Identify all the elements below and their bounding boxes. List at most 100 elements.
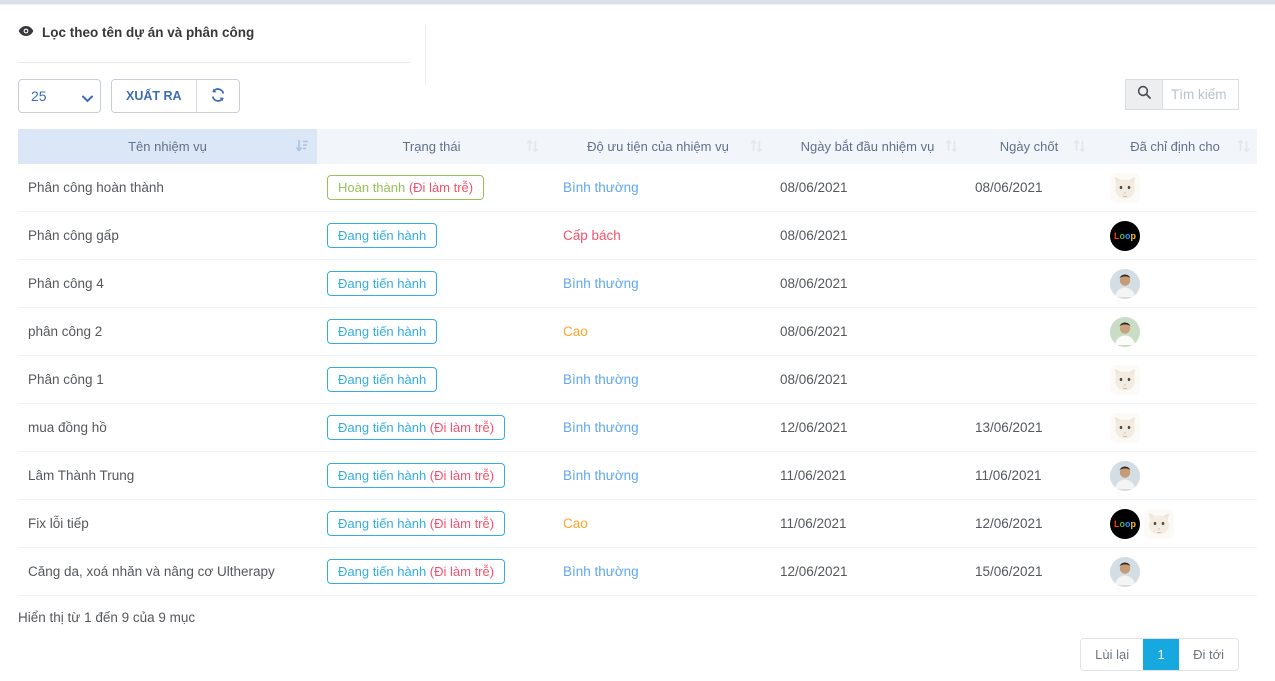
task-priority: Bình thường	[546, 564, 770, 579]
pagination-next-button[interactable]: Đi tới	[1179, 639, 1238, 670]
table-row[interactable]: Phân công 1 Đang tiến hành Bình thường08/0…	[18, 356, 1257, 404]
task-assignees: Loop	[1093, 221, 1257, 251]
panel-divider	[425, 25, 426, 85]
column-header-due-date[interactable]: Ngày chốt	[965, 129, 1093, 164]
task-start-date: 08/06/2021	[770, 372, 965, 387]
table-row[interactable]: Căng da, xoá nhăn và nâng cơ UltherapyĐa…	[18, 548, 1257, 596]
task-due-date: 12/06/2021	[965, 516, 1093, 531]
table-row[interactable]: Phân công gấpĐang tiến hànhCấp bách08/06…	[18, 212, 1257, 260]
cat-avatar	[1144, 509, 1174, 539]
table-header-row: Tên nhiệm vụ Trạng thái Độ ưu tiện của n…	[18, 129, 1257, 164]
person-avatar	[1110, 557, 1140, 587]
status-badge: Đang tiến hành	[327, 367, 437, 392]
sort-both-icon	[1073, 139, 1086, 156]
tasks-table: Tên nhiệm vụ Trạng thái Độ ưu tiện của n…	[18, 129, 1257, 596]
pagination-previous-button[interactable]: Lùi lại	[1081, 639, 1143, 670]
task-priority: Cao	[546, 516, 770, 531]
task-name: Lâm Thành Trung	[18, 468, 317, 483]
task-assignees	[1093, 461, 1257, 491]
cat-avatar	[1110, 173, 1140, 203]
sort-both-icon	[945, 139, 958, 156]
status-badge: Hoàn thành (Đi làm trễ)	[327, 175, 484, 200]
task-status-cell: Đang tiến hành	[317, 319, 546, 344]
task-name: Phân công hoàn thành	[18, 180, 317, 195]
task-start-date: 12/06/2021	[770, 564, 965, 579]
column-header-name[interactable]: Tên nhiệm vụ	[18, 129, 317, 164]
cat-avatar	[1110, 413, 1140, 443]
late-label: (Đi làm trễ)	[409, 180, 473, 195]
status-badge: Đang tiến hành	[327, 319, 437, 344]
task-start-date: 08/06/2021	[770, 324, 965, 339]
task-name: Căng da, xoá nhăn và nâng cơ Ultherapy	[18, 564, 317, 579]
sort-both-icon	[750, 139, 763, 156]
status-badge: Đang tiến hành (Đi làm trễ)	[327, 463, 505, 488]
table-row[interactable]: Lâm Thành Trung Đang tiến hành (Đi làm tr…	[18, 452, 1257, 500]
task-assignees	[1093, 557, 1257, 587]
sort-both-icon	[526, 139, 539, 156]
task-due-date: 08/06/2021	[965, 180, 1093, 195]
eye-icon	[18, 25, 34, 40]
task-status-cell: Đang tiến hành	[317, 223, 546, 248]
sort-descending-icon	[295, 139, 310, 156]
table-row[interactable]: phân công 2 Đang tiến hành Cao08/06/2021	[18, 308, 1257, 356]
page-size-dropdown[interactable]: 25	[18, 79, 101, 113]
task-name: Phân công gấp	[18, 228, 317, 243]
task-assignees	[1093, 413, 1257, 443]
table-row[interactable]: Fix lỗi tiếpĐang tiến hành (Đi làm trễ)C…	[18, 500, 1257, 548]
task-start-date: 11/06/2021	[770, 468, 965, 483]
person-avatar	[1110, 317, 1140, 347]
task-priority: Cấp bách	[546, 228, 770, 243]
task-due-date: 15/06/2021	[965, 564, 1093, 579]
table-body: Phân công hoàn thành Hoàn thành (Đi làm t…	[18, 164, 1257, 596]
table-row[interactable]: Phân công 4Đang tiến hànhBình thường08/0…	[18, 260, 1257, 308]
task-assignees	[1093, 365, 1257, 395]
task-priority: Bình thường	[546, 180, 770, 195]
task-name: phân công 2	[18, 324, 317, 339]
search-box	[1125, 79, 1239, 110]
refresh-button[interactable]	[196, 80, 239, 112]
table-row[interactable]: Phân công hoàn thành Hoàn thành (Đi làm t…	[18, 164, 1257, 212]
cat-avatar	[1110, 365, 1140, 395]
column-header-priority[interactable]: Độ ưu tiện của nhiệm vụ	[546, 129, 770, 164]
task-priority: Bình thường	[546, 468, 770, 483]
refresh-icon	[211, 88, 225, 105]
search-icon-box	[1125, 79, 1162, 110]
table-row[interactable]: mua đồng hồĐang tiến hành (Đi làm trễ)Bì…	[18, 404, 1257, 452]
task-status-cell: Đang tiến hành (Đi làm trễ)	[317, 559, 546, 584]
task-priority: Bình thường	[546, 276, 770, 291]
page-size-select[interactable]: 25	[18, 79, 101, 113]
person-avatar	[1110, 461, 1140, 491]
filter-title-label: Lọc theo tên dự án và phân công	[42, 25, 254, 40]
column-header-status[interactable]: Trạng thái	[317, 129, 546, 164]
task-due-date: 11/06/2021	[965, 468, 1093, 483]
status-badge: Đang tiến hành (Đi làm trễ)	[327, 415, 505, 440]
table-info-text: Hiển thị từ 1 đến 9 của 9 mục	[18, 610, 1257, 625]
column-header-assigned[interactable]: Đã chỉ định cho	[1093, 129, 1257, 164]
task-assignees	[1093, 269, 1257, 299]
search-input[interactable]	[1162, 79, 1239, 110]
export-button[interactable]: XUẤT RA	[112, 80, 196, 112]
status-badge: Đang tiến hành (Đi làm trễ)	[327, 511, 505, 536]
status-badge: Đang tiến hành	[327, 223, 437, 248]
column-header-start-date[interactable]: Ngày bắt đầu nhiệm vụ	[770, 129, 965, 164]
export-button-group: XUẤT RA	[111, 79, 240, 113]
task-assignees	[1093, 317, 1257, 347]
late-label: (Đi làm trễ)	[430, 516, 494, 531]
loop-logo-avatar: Loop	[1110, 221, 1140, 251]
task-priority: Cao	[546, 324, 770, 339]
search-icon	[1137, 85, 1151, 104]
task-status-cell: Đang tiến hành (Đi làm trễ)	[317, 463, 546, 488]
person-avatar	[1110, 269, 1140, 299]
task-status-cell: Đang tiến hành	[317, 271, 546, 296]
task-status-cell: Đang tiến hành	[317, 367, 546, 392]
task-start-date: 08/06/2021	[770, 180, 965, 195]
task-priority: Bình thường	[546, 372, 770, 387]
pagination-page-1-button[interactable]: 1	[1143, 639, 1179, 670]
task-start-date: 11/06/2021	[770, 516, 965, 531]
sort-both-icon	[1237, 139, 1250, 156]
task-assignees	[1093, 173, 1257, 203]
task-name: Phân công 1	[18, 372, 317, 387]
pagination: Lùi lại 1 Đi tới	[1080, 638, 1239, 671]
loop-logo-avatar: Loop	[1110, 509, 1140, 539]
task-assignees: Loop	[1093, 509, 1257, 539]
